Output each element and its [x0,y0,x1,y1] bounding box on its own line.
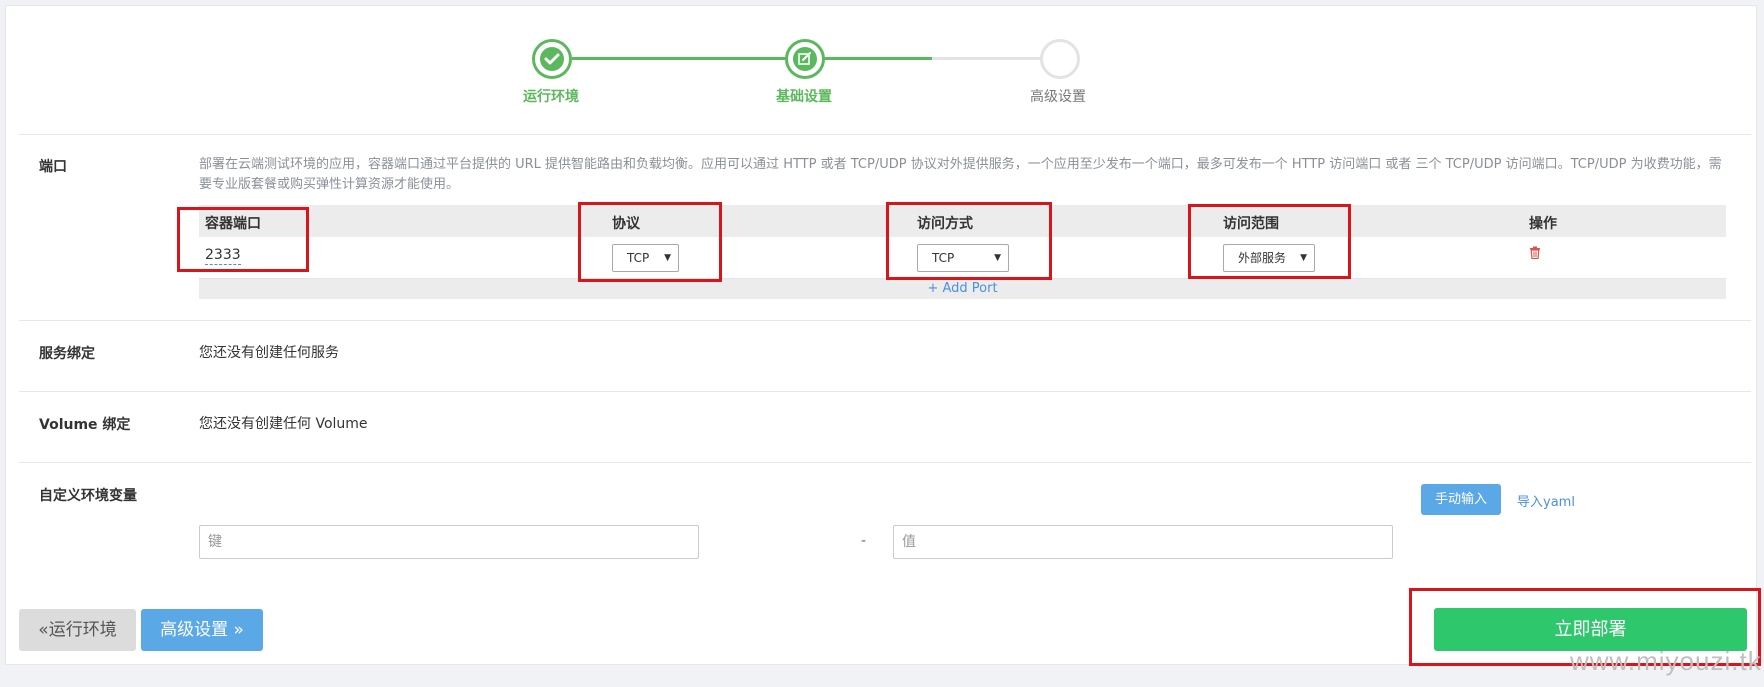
step-2-circle[interactable] [785,39,825,79]
add-port-button[interactable]: + Add Port [199,279,1726,299]
import-yaml-link[interactable]: 导入yaml [1517,491,1575,510]
divider [19,391,1751,392]
manual-input-button[interactable]: 手动输入 [1421,484,1501,515]
key-value-separator: - [861,533,867,549]
volume-binding-value: 您还没有创建任何 Volume [199,416,368,432]
env-value-input[interactable] [893,525,1393,559]
deploy-panel [5,5,1757,665]
highlight-box [886,202,1052,280]
step-3-label[interactable]: 高级设置 [998,86,1118,106]
divider [19,134,1751,135]
service-binding-label: 服务绑定 [39,346,95,362]
col-action: 操作 [1529,216,1557,232]
deploy-button[interactable]: 立即部署 [1434,608,1747,651]
step-3-circle[interactable] [1040,39,1080,79]
env-key-input[interactable] [199,525,699,559]
step-progress-done [572,57,932,60]
step-1-circle[interactable] [532,39,572,79]
divider [19,462,1751,463]
env-vars-label: 自定义环境变量 [39,488,137,504]
service-binding-value: 您还没有创建任何服务 [199,345,339,361]
step-2-label[interactable]: 基础设置 [744,86,864,106]
ports-label: 端口 [39,159,67,175]
step-1-label[interactable]: 运行环境 [491,86,611,106]
divider [19,320,1751,321]
highlight-box [578,202,722,282]
step-progress-todo [932,57,1052,60]
prev-step-button[interactable]: «运行环境 [19,609,136,651]
volume-binding-label: Volume 绑定 [39,417,131,433]
trash-icon[interactable] [1529,246,1541,259]
watermark: www.miyouzi.tk [1570,646,1762,676]
next-step-button[interactable]: 高级设置 » [141,609,263,651]
ports-description: 部署在云端测试环境的应用，容器端口通过平台提供的 URL 提供智能路由和负载均衡… [199,157,1722,192]
check-icon [540,47,564,71]
highlight-box [177,207,309,272]
highlight-box [1188,204,1351,279]
edit-icon [793,47,817,71]
